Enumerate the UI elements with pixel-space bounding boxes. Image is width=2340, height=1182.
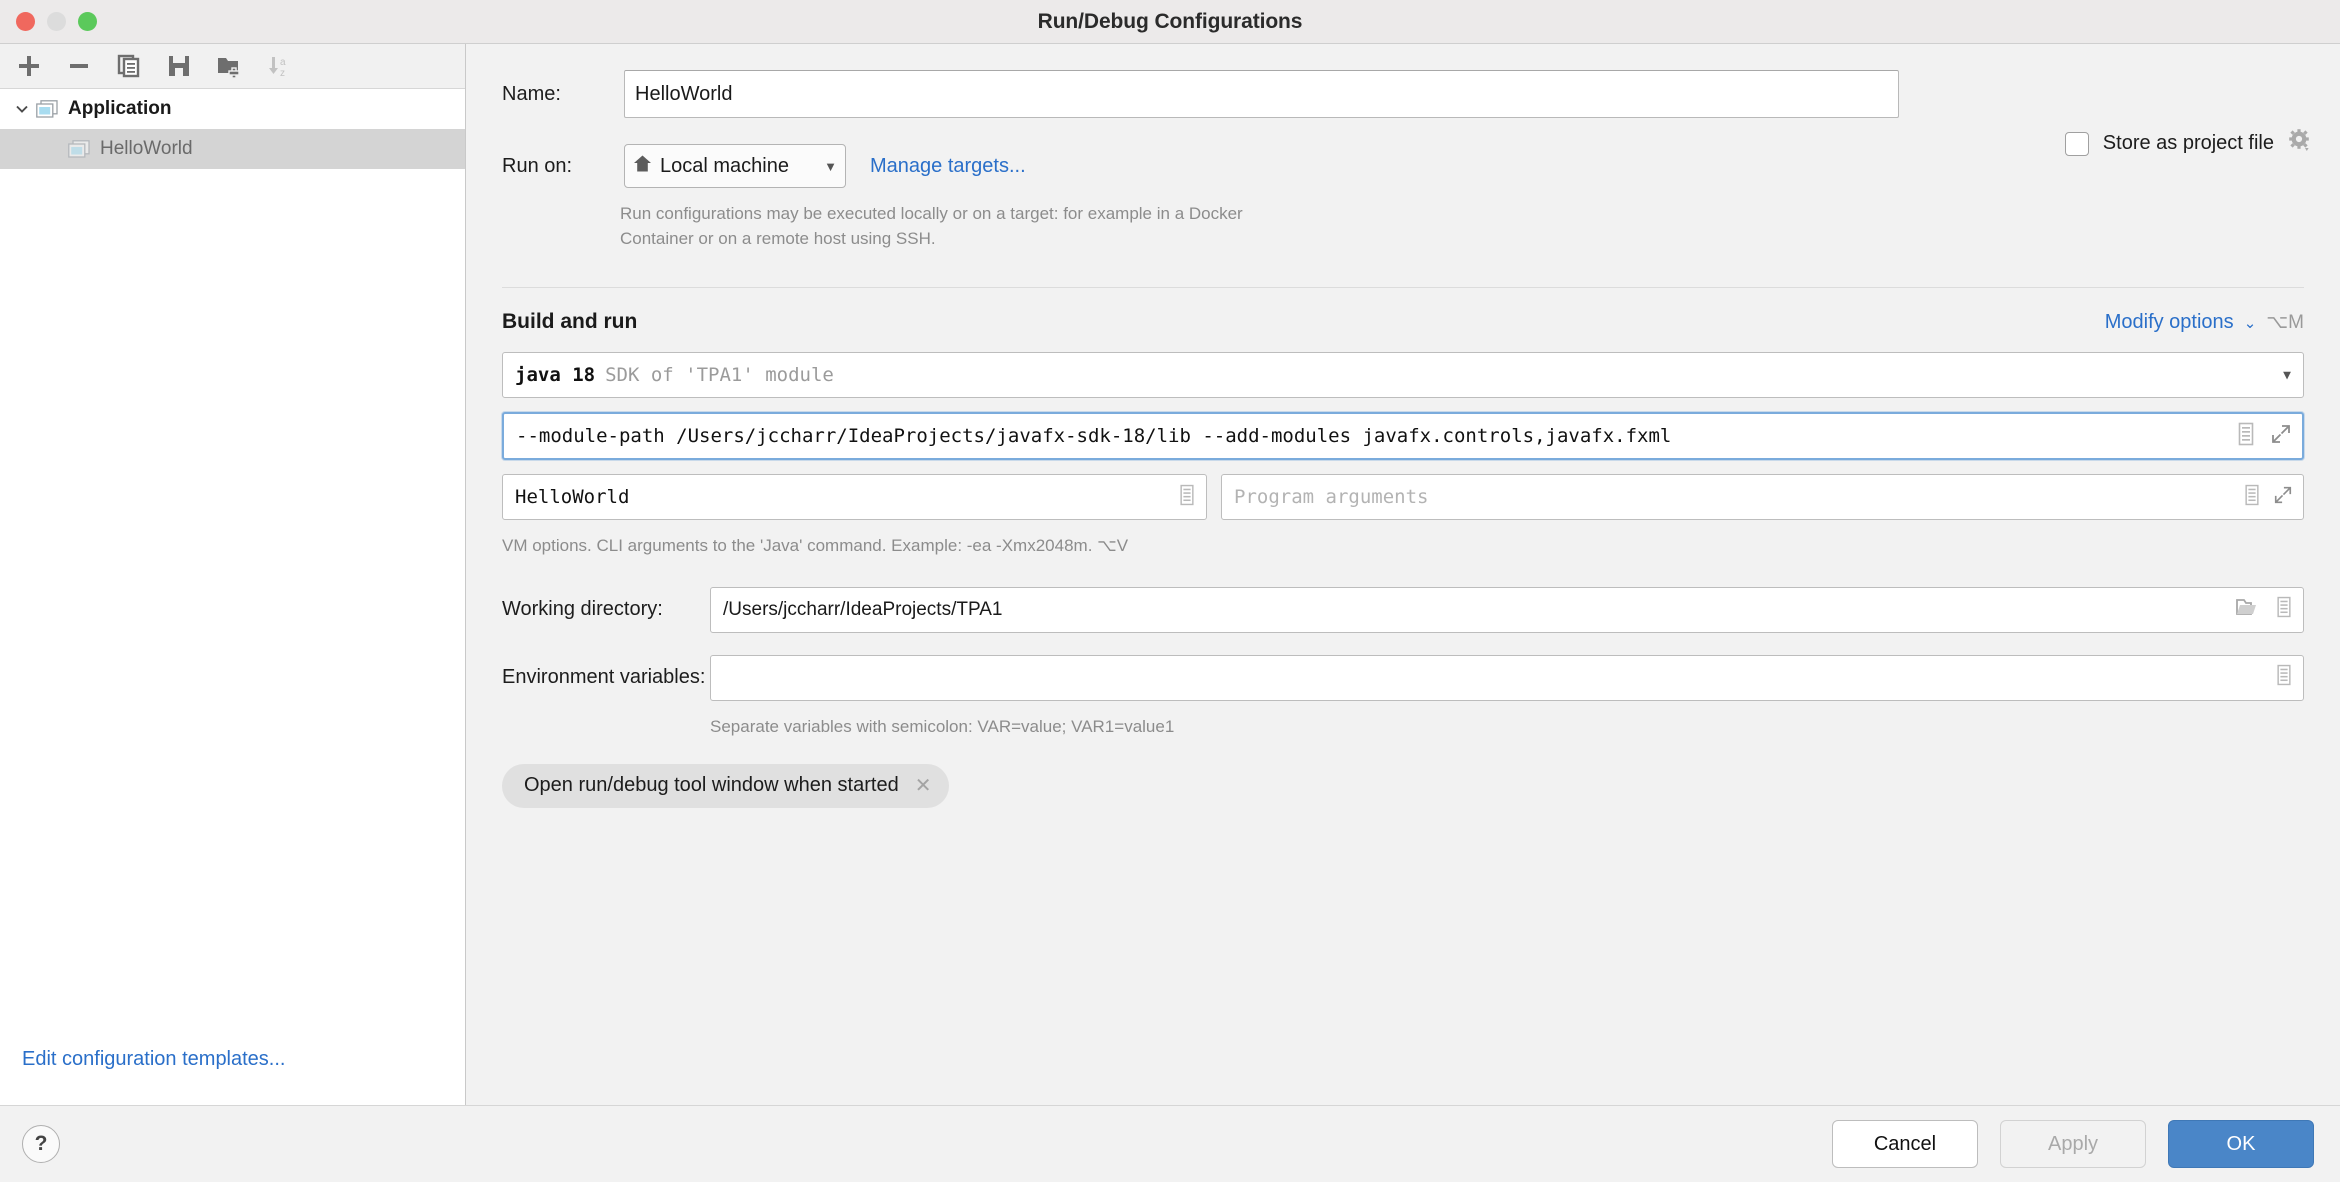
manage-targets-link[interactable]: Manage targets... <box>870 155 1026 178</box>
insert-macro-icon[interactable] <box>1178 484 1196 511</box>
options-chip-row: Open run/debug tool window when started … <box>502 763 2304 808</box>
name-row: Name: HelloWorld <box>502 70 2304 118</box>
main-class-value: HelloWorld <box>515 486 630 509</box>
browse-folder-icon[interactable] <box>2235 596 2259 624</box>
chevron-down-icon: ▼ <box>2283 367 2291 383</box>
modify-options-link[interactable]: Modify options <box>2105 311 2234 334</box>
open-run-tool-window-chip[interactable]: Open run/debug tool window when started … <box>502 763 950 808</box>
remove-configuration-button[interactable] <box>56 46 102 86</box>
application-icon <box>36 99 58 119</box>
close-x-icon[interactable]: ✕ <box>915 773 932 798</box>
application-icon <box>68 139 90 159</box>
save-configuration-button[interactable] <box>156 46 202 86</box>
build-and-run-section-header: Build and run Modify options ⌄ ⌥M <box>502 287 2304 334</box>
working-directory-input[interactable]: /Users/jccharr/IdeaProjects/TPA1 <box>710 586 2304 633</box>
insert-macro-icon[interactable] <box>2275 664 2293 692</box>
apply-button[interactable]: Apply <box>2000 1120 2146 1168</box>
dialog-footer: ? Cancel Apply OK <box>0 1105 2340 1182</box>
traffic-light-group <box>0 12 97 31</box>
jdk-description: SDK of 'TPA1' module <box>605 364 834 387</box>
configurations-sidebar: a z Application HelloWorld Edit configur… <box>0 44 466 1105</box>
window-body: a z Application HelloWorld Edit configur… <box>0 44 2340 1105</box>
store-as-project-file-row: Store as project file <box>2064 128 2314 159</box>
cancel-button[interactable]: Cancel <box>1832 1120 1978 1168</box>
insert-macro-icon[interactable] <box>2243 484 2261 511</box>
configuration-form: Name: HelloWorld Store as project file R… <box>466 44 2340 808</box>
working-directory-value: /Users/jccharr/IdeaProjects/TPA1 <box>723 598 1003 620</box>
environment-variables-row: Environment variables: <box>502 654 2304 701</box>
name-input[interactable]: HelloWorld <box>624 70 1899 118</box>
sidebar-toolbar: a z <box>0 44 465 89</box>
run-on-target-value: Local machine <box>660 154 789 177</box>
jdk-value: java 18 <box>515 364 596 387</box>
jdk-select[interactable]: java 18 SDK of 'TPA1' module ▼ <box>502 352 2304 399</box>
tree-group-application[interactable]: Application <box>0 89 465 129</box>
tree-group-label: Application <box>68 98 172 119</box>
modify-options-shortcut: ⌥M <box>2266 312 2304 334</box>
environment-variables-label: Environment variables: <box>502 666 706 689</box>
run-on-target-select[interactable]: Local machine ▼ <box>624 144 846 188</box>
vm-options-input[interactable]: --module-path /Users/jccharr/IdeaProject… <box>502 412 2304 461</box>
working-directory-row: Working directory: /Users/jccharr/IdeaPr… <box>502 586 2304 633</box>
run-on-row: Run on: Local machine ▼ Manage targets..… <box>502 144 2304 188</box>
run-debug-configurations-window: Run/Debug Configurations a z Application… <box>0 0 2340 1182</box>
run-on-label: Run on: <box>502 154 573 177</box>
main-class-and-arguments-row: HelloWorld Program arguments <box>502 474 2304 521</box>
edit-configuration-templates-link[interactable]: Edit configuration templates... <box>22 1048 285 1070</box>
svg-text:z: z <box>280 68 285 79</box>
vm-options-value: --module-path /Users/jccharr/IdeaProject… <box>516 425 1672 448</box>
working-directory-label: Working directory: <box>502 598 663 621</box>
section-title: Build and run <box>502 310 638 334</box>
configuration-editor-panel: Name: HelloWorld Store as project file R… <box>466 44 2340 1105</box>
new-folder-button[interactable] <box>206 46 252 86</box>
vm-options-hint: VM options. CLI arguments to the 'Java' … <box>502 536 1129 556</box>
sort-alphabetically-button[interactable]: a z <box>256 46 302 86</box>
chip-label: Open run/debug tool window when started <box>524 774 899 797</box>
name-label: Name: <box>502 82 561 105</box>
gear-dropdown-icon[interactable] <box>2288 128 2314 159</box>
window-title: Run/Debug Configurations <box>1037 9 1303 33</box>
insert-macro-icon[interactable] <box>2236 422 2256 451</box>
run-on-hint: Run configurations may be executed local… <box>620 204 1243 248</box>
copy-configuration-button[interactable] <box>106 46 152 86</box>
tree-item-label: HelloWorld <box>100 138 193 159</box>
ok-button[interactable]: OK <box>2168 1120 2314 1168</box>
svg-text:a: a <box>280 57 286 68</box>
expand-editor-icon[interactable] <box>2273 485 2293 510</box>
program-arguments-input[interactable]: Program arguments <box>1221 474 2304 521</box>
configurations-tree: Application HelloWorld <box>0 89 465 1048</box>
zoom-window-button[interactable] <box>78 12 97 31</box>
add-configuration-button[interactable] <box>6 46 52 86</box>
chevron-down-icon[interactable]: ⌄ <box>2244 314 2257 332</box>
insert-macro-icon[interactable] <box>2275 596 2293 624</box>
sidebar-footer: Edit configuration templates... <box>0 1048 465 1105</box>
window-titlebar: Run/Debug Configurations <box>0 0 2340 44</box>
environment-variables-hint: Separate variables with semicolon: VAR=v… <box>710 716 1175 736</box>
environment-variables-input[interactable] <box>710 654 2304 701</box>
main-class-input[interactable]: HelloWorld <box>502 474 1207 521</box>
chevron-down-icon: ▼ <box>824 158 837 174</box>
program-arguments-placeholder: Program arguments <box>1234 486 1429 509</box>
dialog-buttons: Cancel Apply OK <box>1832 1120 2314 1168</box>
help-button[interactable]: ? <box>22 1125 60 1163</box>
close-window-button[interactable] <box>16 12 35 31</box>
store-as-project-file-checkbox[interactable] <box>2064 131 2089 156</box>
expand-editor-icon[interactable] <box>2270 423 2292 450</box>
home-icon <box>633 154 652 179</box>
minimize-window-button[interactable] <box>47 12 66 31</box>
chevron-down-icon[interactable] <box>8 100 36 118</box>
store-as-project-file-label: Store as project file <box>2102 132 2274 154</box>
tree-item-helloworld[interactable]: HelloWorld <box>0 129 465 169</box>
